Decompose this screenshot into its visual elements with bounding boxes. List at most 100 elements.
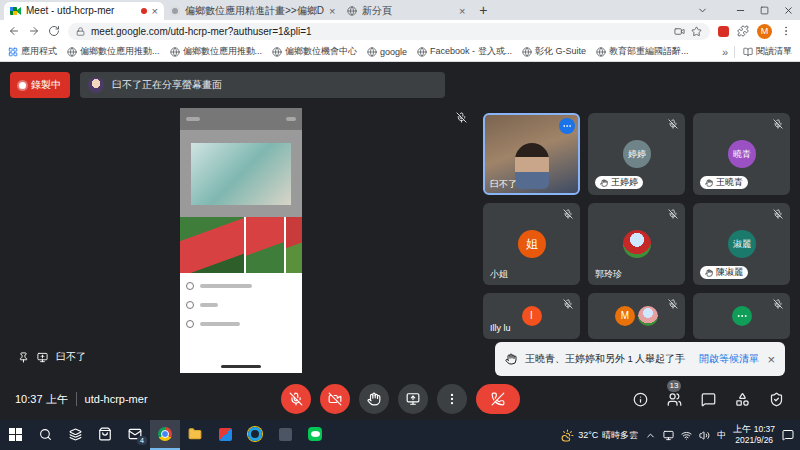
notifications-icon[interactable] [782, 429, 794, 441]
camera-permission-icon[interactable] [674, 26, 685, 37]
browser-tab[interactable]: 新分頁 × [341, 2, 471, 20]
extension-icon[interactable] [718, 26, 729, 37]
people-button[interactable]: 13 [665, 390, 683, 408]
tab-close-button[interactable]: × [329, 6, 335, 17]
more-button[interactable] [437, 384, 467, 414]
extensions-icon[interactable] [737, 25, 749, 37]
bookmark-star-icon[interactable] [691, 26, 702, 37]
bookmark[interactable]: 教育部重編國語辭... [594, 45, 691, 58]
divider [76, 392, 77, 406]
display-icon[interactable] [663, 430, 674, 441]
open-queue-link[interactable]: 開啟等候清單 [699, 353, 759, 366]
taskbar-app[interactable] [240, 420, 270, 450]
browser-tab[interactable]: Meet - utd-hcrp-mer× [4, 2, 164, 20]
participant-tile[interactable]: 姐小姐 [483, 203, 580, 285]
clock[interactable]: 上午 10:372021/9/26 [733, 424, 775, 446]
bookmark[interactable]: 偏鄉數位機會中心 [270, 45, 359, 58]
input-method[interactable]: 中 [717, 429, 726, 442]
toast-close-button[interactable]: × [767, 353, 775, 366]
url-field[interactable]: meet.google.com/utd-hcrp-mer?authuser=1&… [68, 23, 710, 40]
mic-off-icon [563, 299, 573, 309]
bookmark[interactable]: 偏鄉數位應用推動... [168, 45, 265, 58]
bookmark[interactable]: Facebook - 登入或... [415, 45, 514, 58]
mic-button[interactable] [281, 384, 311, 414]
bookmark[interactable]: google [365, 47, 409, 57]
chat-button[interactable] [699, 390, 717, 408]
tile-menu-button[interactable] [559, 118, 575, 134]
toast-text: 王曉青、王婷婷和另外 1 人舉起了手 [525, 353, 686, 366]
participant-tile[interactable]: M [588, 293, 685, 339]
start-button[interactable] [0, 420, 30, 450]
line-icon [308, 427, 322, 441]
host-button[interactable] [767, 390, 785, 408]
new-tab-button[interactable]: + [471, 1, 495, 19]
bookmark[interactable]: 偏鄉數位應用推動... [65, 45, 162, 58]
taskbar-app[interactable] [90, 420, 120, 450]
participant-tile[interactable]: IIlly lu [483, 293, 580, 339]
tab-search-button[interactable] [690, 0, 714, 20]
taskbar-app[interactable] [300, 420, 330, 450]
recording-dot [141, 8, 147, 14]
count-badge: 13 [667, 380, 681, 392]
taskbar-app[interactable] [270, 420, 300, 450]
meet-logo-icon [10, 6, 21, 16]
info-button[interactable] [631, 390, 649, 408]
participant-name: 臼不了 [490, 179, 517, 190]
leave-button[interactable] [476, 384, 520, 414]
forward-icon[interactable] [28, 25, 40, 37]
meet-window: 錄製中臼不了正在分享螢幕畫面臼不了臼不了婷婷王婷婷曉青王曉青姐小姐郭玲珍淑麗陳淑… [0, 62, 800, 420]
taskbar-app[interactable] [150, 420, 180, 450]
participant-tile[interactable] [693, 293, 790, 339]
windows-logo-icon [9, 428, 22, 441]
presenter-avatar [88, 77, 104, 93]
activities-button[interactable] [733, 390, 751, 408]
participant-tile[interactable]: 曉青王曉青 [693, 113, 790, 195]
mic-off-icon [668, 209, 678, 219]
participant-avatar: I [522, 306, 542, 326]
browser-tab[interactable]: 偏鄉數位應用精進計畫>>偏鄉D× [164, 2, 341, 20]
search-icon [39, 428, 52, 441]
participant-tile[interactable]: 郭玲珍 [588, 203, 685, 285]
camera-button[interactable] [320, 384, 350, 414]
minimize-button[interactable] [728, 0, 752, 20]
task-view-button[interactable] [60, 420, 90, 450]
raised-hand-icon [505, 353, 517, 365]
apps-bookmark[interactable]: 應用程式 [6, 45, 59, 58]
network-icon[interactable] [681, 430, 692, 441]
bookmark[interactable]: 彰化 G-Suite [520, 45, 588, 58]
camera-off-icon [328, 392, 342, 406]
volume-icon[interactable] [699, 430, 710, 441]
participant-tile[interactable]: 淑麗陳淑麗 [693, 203, 790, 285]
tab-title: 新分頁 [362, 5, 454, 17]
temperature: 32°C [578, 430, 598, 440]
show-hidden-icons-icon[interactable] [645, 430, 656, 441]
info-icon [633, 392, 648, 407]
participant-tile[interactable]: 婷婷王婷婷 [588, 113, 685, 195]
tab-close-button[interactable]: × [152, 6, 158, 17]
activities-icon [735, 392, 750, 407]
back-icon[interactable] [8, 25, 20, 37]
raised-hand-icon [705, 269, 713, 277]
close-icon [783, 5, 794, 16]
taskbar-app[interactable] [180, 420, 210, 450]
present-button[interactable] [398, 384, 428, 414]
browser-menu-icon[interactable] [780, 25, 792, 37]
more-bookmarks-button[interactable]: » [722, 46, 728, 58]
close-window-button[interactable] [776, 0, 800, 20]
reload-icon[interactable] [48, 25, 60, 37]
hand-button[interactable] [359, 384, 389, 414]
tab-strip: Meet - utd-hcrp-mer×偏鄉數位應用精進計畫>>偏鄉D× 新分頁 ×… [0, 0, 800, 20]
search-button[interactable] [30, 420, 60, 450]
participant-tile[interactable]: 臼不了 [483, 113, 580, 195]
maximize-button[interactable] [752, 0, 776, 20]
profile-avatar[interactable]: M [757, 24, 772, 39]
pin-icon[interactable] [18, 352, 29, 363]
video-frame [515, 143, 549, 189]
taskbar-app[interactable] [210, 420, 240, 450]
tab-close-button[interactable]: × [459, 6, 465, 17]
reading-list[interactable]: 閱讀清單 [741, 45, 794, 58]
weather-widget[interactable]: 32°C晴時多雲 [561, 429, 638, 442]
more-icon [562, 121, 572, 131]
taskbar-app[interactable]: 4 [120, 420, 150, 450]
app-icon [219, 428, 232, 441]
